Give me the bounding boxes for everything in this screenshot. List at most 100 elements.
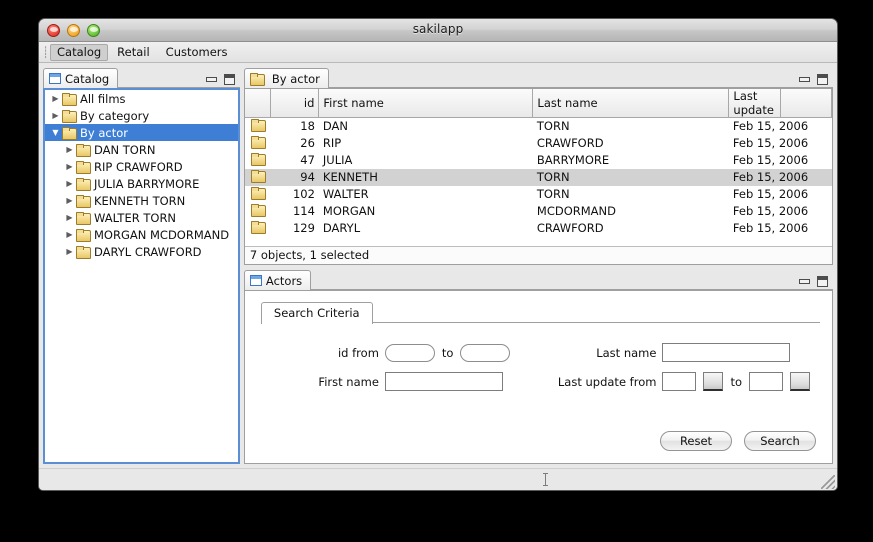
chevron-right-icon[interactable]: ▶	[63, 179, 76, 189]
first-name-input[interactable]	[385, 372, 503, 391]
status-separator	[545, 473, 546, 486]
id-to-input[interactable]	[460, 344, 510, 362]
maximize-icon[interactable]	[224, 74, 235, 85]
window-icon	[49, 73, 61, 84]
first-name-cell	[385, 372, 511, 391]
window-title: sakilapp	[39, 22, 837, 36]
table-header-cell[interactable]: id	[271, 89, 319, 118]
tree-item[interactable]: ▶ MORGAN MCDORMAND	[45, 226, 238, 243]
catalog-view-tabbar: Catalog	[43, 67, 240, 88]
chevron-down-icon[interactable]: ▼	[49, 128, 62, 138]
folder-icon	[76, 195, 90, 206]
tab-by-actor[interactable]: By actor	[244, 68, 329, 88]
search-criteria-form: id from to Last name First name	[245, 323, 832, 391]
cell-first-name: DAN	[319, 118, 533, 135]
cell-id: 94	[271, 169, 319, 186]
table-row[interactable]: 102WALTERTORNFeb 15, 2006	[245, 186, 832, 203]
cell-id: 129	[271, 220, 319, 237]
folder-icon	[76, 144, 90, 155]
catalog-tree[interactable]: ▶All films▶By category ▼ By actor▶DAN TORN…	[43, 88, 240, 464]
tree-item[interactable]: ▶WALTER TORN	[45, 209, 238, 226]
chevron-right-icon[interactable]: ▶	[63, 162, 76, 172]
minimize-icon[interactable]	[206, 77, 217, 82]
tab-catalog[interactable]: Catalog	[43, 68, 118, 88]
chevron-right-icon[interactable]: ▶	[63, 213, 76, 223]
table-header-cell[interactable]: Last update	[729, 89, 780, 118]
tree-item[interactable]: ▶KENNETH TORN	[45, 192, 238, 209]
table-body[interactable]: 18DANTORNFeb 15, 200626RIPCRAWFORDFeb 15…	[245, 118, 832, 237]
tree-item[interactable]: ▶JULIA BARRYMORE	[45, 175, 238, 192]
toolbar-item-catalog[interactable]: Catalog	[50, 44, 108, 61]
tree-item[interactable]: ▶By category	[45, 107, 238, 124]
maximize-icon[interactable]	[817, 74, 828, 85]
cell-last-update: Feb 15, 2006	[729, 169, 780, 186]
minimize-icon[interactable]	[799, 279, 810, 284]
calendar-icon[interactable]	[703, 372, 723, 391]
id-from-input[interactable]	[385, 344, 435, 362]
table-row[interactable]: 26RIPCRAWFORDFeb 15, 2006	[245, 135, 832, 152]
search-criteria-tabstrip: Search Criteria	[245, 291, 832, 323]
row-folder-icon-cell	[245, 186, 271, 203]
cell-first-name: MORGAN	[319, 203, 533, 220]
tree-item[interactable]: ▶All films	[45, 90, 238, 107]
tab-search-criteria[interactable]: Search Criteria	[261, 302, 373, 324]
tree-item-label: MORGAN MCDORMAND	[94, 228, 229, 242]
cell-last-update: Feb 15, 2006	[729, 152, 780, 169]
cell-last-name: CRAWFORD	[533, 220, 729, 237]
table-row[interactable]: 18DANTORNFeb 15, 2006	[245, 118, 832, 135]
tab-actors-label: Actors	[266, 274, 302, 288]
chevron-right-icon[interactable]: ▶	[63, 196, 76, 206]
last-update-from-input[interactable]	[662, 372, 696, 391]
folder-icon	[76, 161, 90, 172]
tree-item[interactable]: ▼ By actor	[45, 124, 238, 141]
search-button[interactable]: Search	[744, 431, 816, 451]
by-actor-view-actions	[799, 74, 833, 87]
last-update-to-input[interactable]	[749, 372, 783, 391]
cell-id: 26	[271, 135, 319, 152]
actors-view-tabbar: Actors	[244, 269, 833, 290]
table-row[interactable]: 47JULIABARRYMOREFeb 15, 2006	[245, 152, 832, 169]
cell-last-name: TORN	[533, 186, 729, 203]
cell-last-update: Feb 15, 2006	[729, 220, 780, 237]
app-toolbar: ┊ Catalog Retail Customers	[39, 42, 837, 63]
toolbar-item-customers[interactable]: Customers	[159, 44, 235, 61]
reset-button[interactable]: Reset	[660, 431, 732, 451]
folder-icon	[62, 127, 76, 138]
cell-first-name: WALTER	[319, 186, 533, 203]
table-header-icon-col	[245, 89, 271, 118]
toolbar-item-retail[interactable]: Retail	[110, 44, 157, 61]
table-row[interactable]: 129DARYLCRAWFORDFeb 15, 2006	[245, 220, 832, 237]
table-row[interactable]: 94KENNETHTORNFeb 15, 2006	[245, 169, 832, 186]
cell-last-update: Feb 15, 2006	[729, 135, 780, 152]
chevron-right-icon[interactable]: ▶	[63, 145, 76, 155]
table-row[interactable]: 114MORGANMCDORMANDFeb 15, 2006	[245, 203, 832, 220]
minimize-icon[interactable]	[799, 77, 810, 82]
maximize-icon[interactable]	[817, 276, 828, 287]
chevron-right-icon[interactable]: ▶	[49, 94, 62, 104]
resize-grip[interactable]	[821, 475, 835, 489]
cell-last-name: CRAWFORD	[533, 135, 729, 152]
last-name-cell	[662, 343, 810, 362]
form-button-row: Reset Search	[660, 431, 816, 451]
table-header-cell[interactable]: Last name	[533, 89, 729, 118]
table-header-cell[interactable]: First name	[319, 89, 533, 118]
last-name-input[interactable]	[662, 343, 790, 362]
first-name-label: First name	[267, 375, 379, 389]
cell-last-update: Feb 15, 2006	[729, 186, 780, 203]
tree-item-label: By actor	[80, 126, 128, 140]
chevron-right-icon[interactable]: ▶	[63, 247, 76, 257]
chevron-right-icon[interactable]: ▶	[63, 230, 76, 240]
calendar-icon[interactable]	[790, 372, 810, 391]
actors-form-view: Actors Search Criteria id from	[244, 269, 833, 464]
tree-item[interactable]: ▶DAN TORN	[45, 141, 238, 158]
chevron-right-icon[interactable]: ▶	[49, 111, 62, 121]
toolbar-drag-handle[interactable]: ┊	[42, 46, 49, 59]
by-actor-table-container: idFirst nameLast nameLast update 18DANTO…	[244, 88, 833, 265]
cell-last-update: Feb 15, 2006	[729, 118, 780, 135]
tree-item[interactable]: ▶RIP CRAWFORD	[45, 158, 238, 175]
tab-actors[interactable]: Actors	[244, 270, 311, 290]
actors-table[interactable]: idFirst nameLast nameLast update 18DANTO…	[245, 89, 832, 237]
actors-form-body: Search Criteria id from to Last name	[244, 290, 833, 464]
tree-item[interactable]: ▶DARYL CRAWFORD	[45, 243, 238, 260]
cell-last-name: TORN	[533, 118, 729, 135]
